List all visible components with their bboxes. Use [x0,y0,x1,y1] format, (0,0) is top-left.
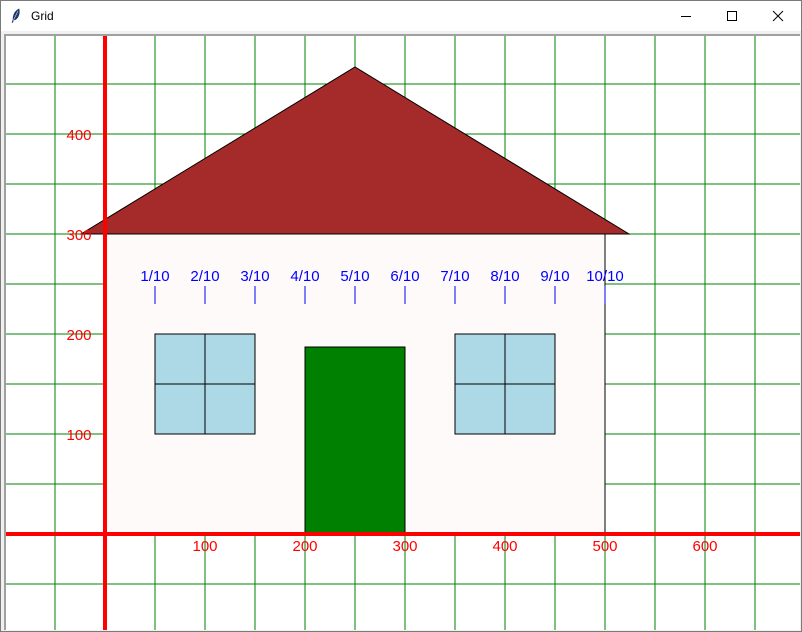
fraction-label: 10/10 [586,268,624,285]
x-tick-label: 400 [492,538,517,555]
y-tick-label: 200 [66,327,91,344]
fraction-label: 4/10 [290,268,319,285]
y-tick-label: 100 [66,427,91,444]
x-tick-label: 600 [692,538,717,555]
x-tick-label: 500 [592,538,617,555]
window-title: Grid [31,9,54,23]
x-tick-label: 100 [192,538,217,555]
door [304,346,406,535]
minimize-button[interactable] [663,1,709,31]
fraction-label: 3/10 [240,268,269,285]
fraction-label: 6/10 [390,268,419,285]
x-tick-label: 300 [392,538,417,555]
fraction-label: 2/10 [190,268,219,285]
fraction-label: 9/10 [540,268,569,285]
fraction-label: 8/10 [490,268,519,285]
fraction-label: 1/10 [140,268,169,285]
y-tick-label: 300 [66,227,91,244]
title-bar[interactable]: Grid [1,1,801,31]
roof [79,66,631,235]
fraction-label: 7/10 [440,268,469,285]
fraction-label: 5/10 [340,268,369,285]
feather-icon [9,8,23,24]
y-tick-label: 400 [66,127,91,144]
app-window: Grid 1/10 2/10 3/10 4/10 5/10 6/10 7/10 … [0,0,802,632]
close-button[interactable] [755,1,801,31]
right-window [454,333,556,435]
drawing-canvas[interactable]: 1/10 2/10 3/10 4/10 5/10 6/10 7/10 8/10 9/10 10/1… [4,34,800,630]
minimize-icon [681,16,691,17]
x-tick-label: 200 [292,538,317,555]
left-window [154,333,256,435]
canvas-svg: 1/10 2/10 3/10 4/10 5/10 6/10 7/10 8/10 9/10 10/1… [6,36,800,630]
maximize-button[interactable] [709,1,755,31]
close-icon [772,10,784,22]
maximize-icon [727,11,737,21]
